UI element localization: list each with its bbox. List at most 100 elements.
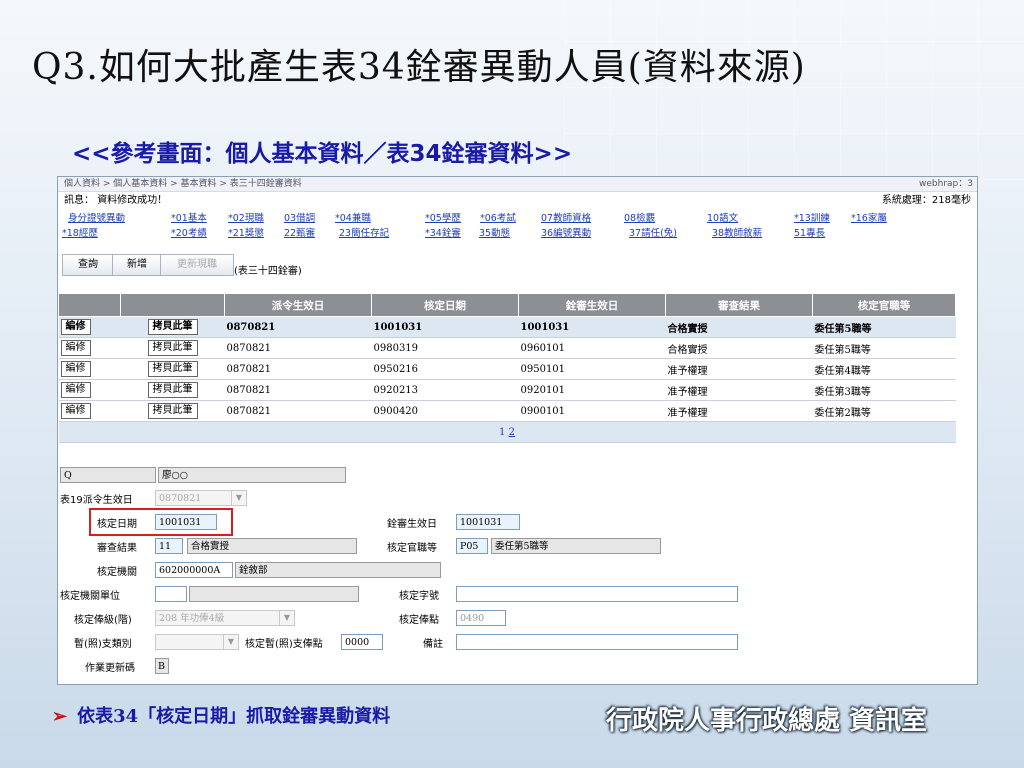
org-name-field: 銓敘部 <box>235 562 441 578</box>
org-code-field[interactable]: 602000000A <box>155 562 233 578</box>
level-select[interactable]: 208 年功俸4級 ▼ <box>155 610 295 626</box>
cell-result: 准予權理 <box>665 358 813 380</box>
nav-01[interactable]: *01基本 <box>171 210 207 224</box>
header-copy <box>120 293 225 317</box>
level-value: 208 年功俸4級 <box>159 613 225 624</box>
highlight-box <box>89 508 233 536</box>
temp-points-field[interactable]: 0000 <box>341 634 383 650</box>
edit-button[interactable]: 編修 <box>60 382 91 398</box>
cell-grade: 委任第3職等 <box>812 379 956 401</box>
copy-button[interactable]: 拷貝此筆 <box>147 319 198 335</box>
breadcrumb-text: 個人資料 > 個人基本資料 > 基本資料 > 表三十四銓審資料 <box>64 179 302 189</box>
nav-02[interactable]: *02現職 <box>228 210 264 224</box>
header-approve-date: 核定日期 <box>371 293 519 317</box>
docno-field[interactable] <box>456 586 738 602</box>
nav-23[interactable]: 23簡任存記 <box>339 225 389 239</box>
header-edit <box>58 293 121 317</box>
nav-06[interactable]: *06考試 <box>480 210 516 224</box>
nav-id-change[interactable]: 身分證號異動 <box>68 210 125 224</box>
appoint-date-select[interactable]: 0870821 ▼ <box>155 490 247 506</box>
user-indicator: webhrap：3 <box>919 179 973 189</box>
edit-button[interactable]: 編修 <box>60 361 91 377</box>
nav-35[interactable]: 35動態 <box>479 225 510 239</box>
review-date-field[interactable]: 1001031 <box>456 514 520 530</box>
nav-36[interactable]: 36編號異動 <box>541 225 591 239</box>
pager: 1 2 <box>58 421 956 443</box>
nav-18[interactable]: *18經歷 <box>62 225 98 239</box>
note-content: 依表34「核定日期」抓取銓審異動資料 <box>77 706 391 727</box>
nav-21[interactable]: *21獎懲 <box>228 225 264 239</box>
cell-appoint-date: 0870821 <box>224 379 372 401</box>
level-label: 核定俸級(階) <box>74 615 132 626</box>
cell-appoint-date: 0870821 <box>224 337 372 359</box>
chevron-down-icon: ▼ <box>231 491 246 505</box>
cell-result: 准予權理 <box>665 379 813 401</box>
header-review-date: 銓審生效日 <box>518 293 666 317</box>
copy-button[interactable]: 拷貝此筆 <box>147 340 198 356</box>
nav-03[interactable]: 03借調 <box>284 210 315 224</box>
nav-04[interactable]: *04兼職 <box>335 210 371 224</box>
temp-type-label: 暫(照)支類別 <box>74 639 132 650</box>
grade-label: 核定官職等 <box>387 543 437 554</box>
nav-38[interactable]: 38教師敘薪 <box>712 225 762 239</box>
nav-13[interactable]: *13訓練 <box>794 210 830 224</box>
grade-text-field: 委任第5職等 <box>491 538 661 554</box>
background-grid-decoration <box>564 0 1024 180</box>
nav-07[interactable]: 07教師資格 <box>541 210 591 224</box>
name-field[interactable]: 廖○○ <box>158 467 346 483</box>
query-button[interactable]: 查詢 <box>62 254 114 276</box>
renew-current-button[interactable]: 更新現職 <box>160 254 234 276</box>
edit-button[interactable]: 編修 <box>60 340 91 356</box>
nav-22[interactable]: 22甄審 <box>284 225 315 239</box>
nav-37[interactable]: 37請任(免) <box>629 225 677 239</box>
id-field[interactable]: Q <box>60 467 156 483</box>
grade-code-field[interactable]: P05 <box>456 538 488 554</box>
cell-approve-date: 0920213 <box>371 379 519 401</box>
result-code-field[interactable]: 11 <box>155 538 183 554</box>
copy-button[interactable]: 拷貝此筆 <box>147 361 198 377</box>
message-label: 訊息： <box>64 195 94 206</box>
page-1-link[interactable]: 1 <box>499 427 505 438</box>
note-text: ➢ 依表34「核定日期」抓取銓審異動資料 <box>52 702 390 728</box>
table-row[interactable]: 編修 拷貝此筆 0870821 1001031 1001031 合格實授 委任第… <box>58 316 956 338</box>
copy-button[interactable]: 拷貝此筆 <box>147 403 198 419</box>
chevron-down-icon: ▼ <box>279 611 294 625</box>
table-row[interactable]: 編修 拷貝此筆 0870821 0920213 0920101 准予權理 委任第… <box>58 379 956 401</box>
slide-title: Q3.如何大批產生表34銓審異動人員(資料來源) <box>32 47 806 88</box>
nav-10[interactable]: 10語文 <box>707 210 738 224</box>
pager-row: 1 2 <box>58 421 956 443</box>
nav-34[interactable]: *34銓審 <box>425 225 461 239</box>
edit-button[interactable]: 編修 <box>60 403 91 419</box>
nav-05[interactable]: *05學歷 <box>425 210 461 224</box>
copy-button[interactable]: 拷貝此筆 <box>147 382 198 398</box>
chevron-down-icon: ▼ <box>223 635 238 649</box>
points-field[interactable]: 0490 <box>456 610 506 626</box>
remark-field[interactable] <box>456 634 738 650</box>
add-button[interactable]: 新增 <box>112 254 162 276</box>
message-bar: 訊息： 資料修改成功！ 系統處理：218毫秒 <box>58 192 977 210</box>
arrow-bullet-icon: ➢ <box>52 706 68 727</box>
docno-label: 核定字號 <box>399 591 439 602</box>
module-nav: 身分證號異動 *01基本 *02現職 03借調 *04兼職 *05學歷 *06考… <box>58 210 977 242</box>
nav-51[interactable]: 51專長 <box>794 225 825 239</box>
cell-review-date: 0900101 <box>518 400 666 422</box>
org-unit-label: 核定機關單位 <box>60 591 120 602</box>
nav-08[interactable]: 08檢覈 <box>624 210 655 224</box>
org-label: 核定機關 <box>97 567 137 578</box>
table-row[interactable]: 編修 拷貝此筆 0870821 0950216 0950101 准予權理 委任第… <box>58 358 956 380</box>
table-row[interactable]: 編修 拷貝此筆 0870821 0900420 0900101 准予權理 委任第… <box>58 400 956 422</box>
cell-approve-date: 1001031 <box>371 316 519 338</box>
nav-20[interactable]: *20考績 <box>171 225 207 239</box>
update-code-label: 作業更新碼 <box>85 663 135 674</box>
table-row[interactable]: 編修 拷貝此筆 0870821 0980319 0960101 合格實授 委任第… <box>58 337 956 359</box>
page-2-link[interactable]: 2 <box>509 427 515 438</box>
message-text: 資料修改成功！ <box>97 195 168 206</box>
cell-appoint-date: 0870821 <box>224 316 372 338</box>
edit-button[interactable]: 編修 <box>60 319 91 335</box>
header-appoint-date: 派令生效日 <box>224 293 372 317</box>
nav-16[interactable]: *16家屬 <box>851 210 887 224</box>
result-label: 審查結果 <box>97 543 137 554</box>
result-text-field: 合格實授 <box>187 538 357 554</box>
org-unit-code-field[interactable] <box>155 586 187 602</box>
temp-type-select[interactable]: ▼ <box>155 634 239 650</box>
